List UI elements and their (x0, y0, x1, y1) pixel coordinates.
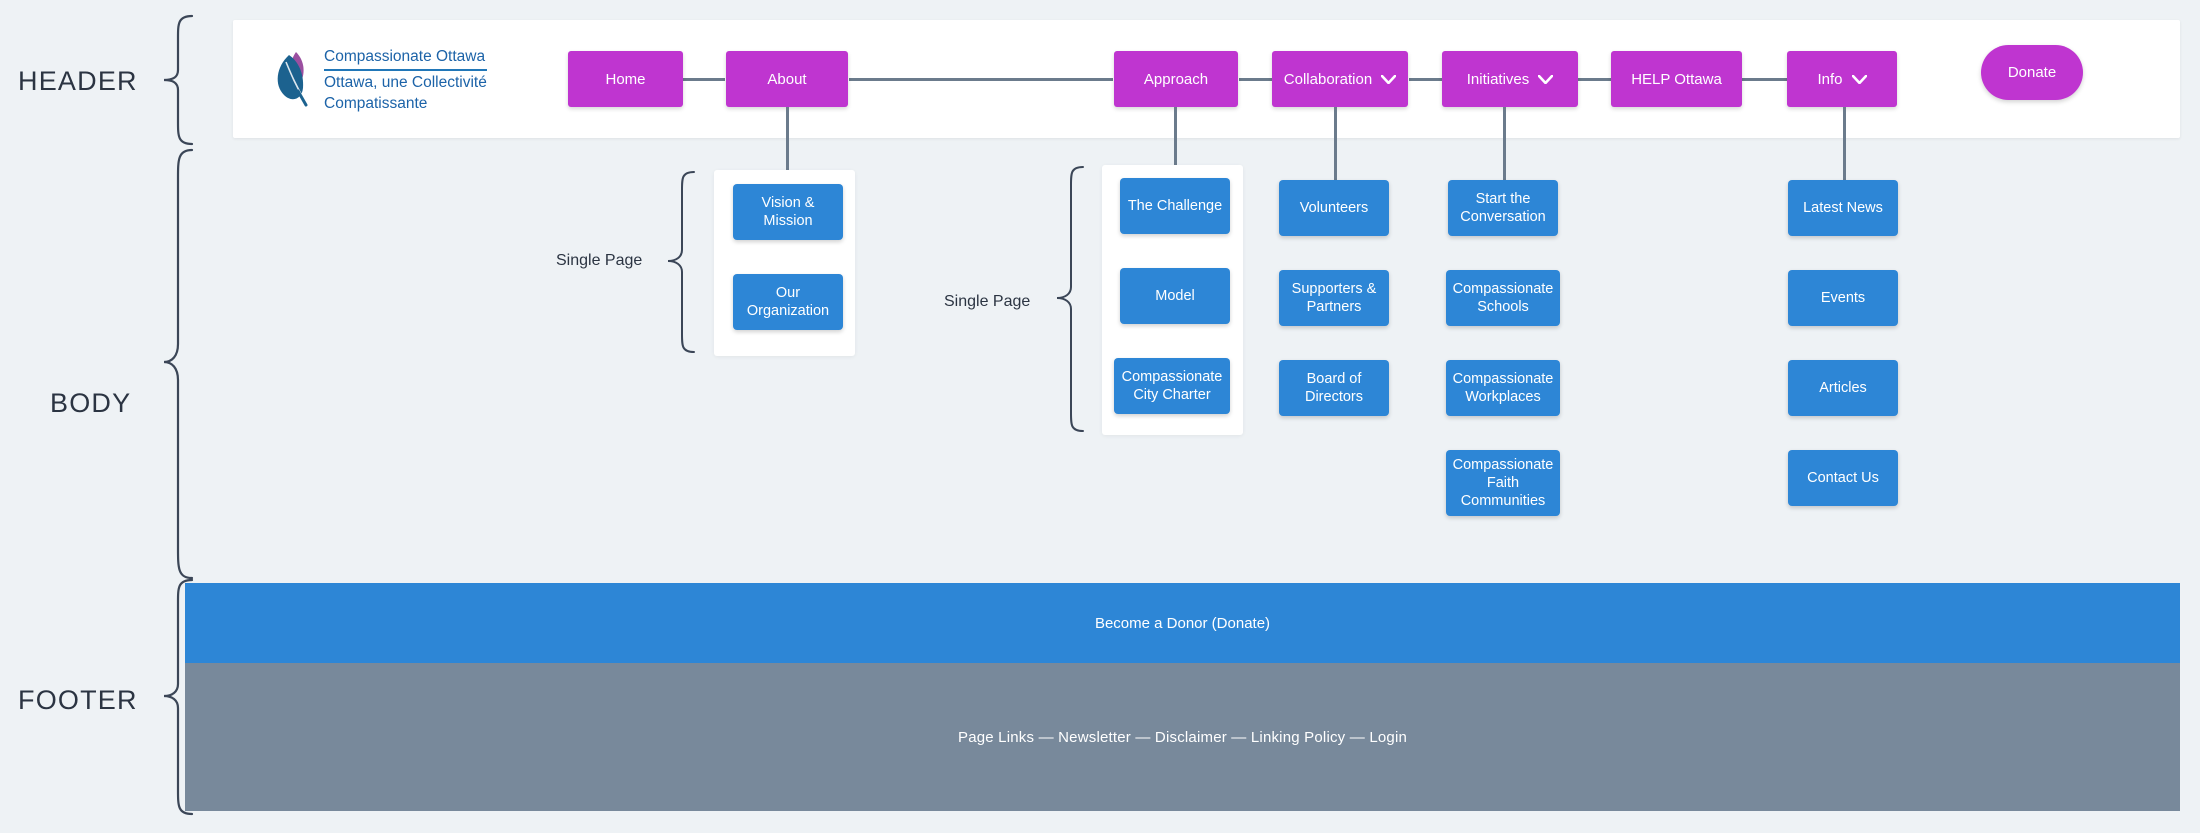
footer-become-a-donor-bar[interactable]: Become a Donor (Donate) (185, 583, 2180, 663)
nav-item-help-ottawa[interactable]: HELP Ottawa (1611, 51, 1742, 107)
page-box-supporters-partners[interactable]: Supporters & Partners (1279, 270, 1389, 326)
connector-help-info (1742, 78, 1787, 81)
drop-line-initiatives (1503, 107, 1506, 180)
drop-line-info (1843, 107, 1846, 180)
page-box-label: Model (1155, 287, 1195, 304)
chevron-down-icon[interactable] (1538, 74, 1554, 84)
page-box-model[interactable]: Model (1120, 268, 1230, 324)
page-box-events[interactable]: Events (1788, 270, 1898, 326)
donate-button-label: Donate (2007, 64, 2057, 81)
footer-become-a-donor-label: Become a Donor (Donate) (1094, 614, 1271, 632)
nav-item-approach-label: Approach (1143, 70, 1209, 88)
nav-item-initiatives[interactable]: Initiatives (1442, 51, 1578, 107)
page-box-our-organization[interactable]: Our Organization (733, 274, 843, 330)
single-page-label-about: Single Page (556, 252, 643, 269)
brace-header (163, 14, 194, 146)
nav-item-collaboration[interactable]: Collaboration (1272, 51, 1408, 107)
nav-item-about[interactable]: About (726, 51, 848, 107)
page-box-label: Compassionate Workplaces (1452, 370, 1554, 405)
chevron-down-icon[interactable] (1381, 74, 1397, 84)
page-box-volunteers[interactable]: Volunteers (1279, 180, 1389, 236)
nav-item-home-label: Home (605, 70, 646, 88)
page-box-compassionate-schools[interactable]: Compassionate Schools (1446, 270, 1560, 326)
connector-home-about (683, 78, 725, 81)
page-box-board-of-directors[interactable]: Board of Directors (1279, 360, 1389, 416)
nav-item-home[interactable]: Home (568, 51, 683, 107)
connector-collab-initiatives (1409, 78, 1442, 81)
nav-item-info[interactable]: Info (1787, 51, 1897, 107)
page-box-label: Compassionate Faith Communities (1452, 456, 1554, 510)
drop-line-collaboration (1334, 107, 1337, 180)
page-box-articles[interactable]: Articles (1788, 360, 1898, 416)
page-box-label: The Challenge (1127, 197, 1223, 214)
section-label-footer: FOOTER (18, 685, 138, 715)
footer-links-bar: Page Links — Newsletter — Disclaimer — L… (185, 663, 2180, 811)
page-box-start-the-conversation[interactable]: Start the Conversation (1448, 180, 1558, 236)
connector-about-approach (849, 78, 1113, 81)
page-box-vision-mission[interactable]: Vision & Mission (733, 184, 843, 240)
page-box-compassionate-city-charter[interactable]: Compassionate City Charter (1114, 358, 1230, 414)
nav-item-approach[interactable]: Approach (1114, 51, 1238, 107)
page-box-label: Latest News (1803, 199, 1883, 216)
brace-single-page-about (667, 171, 695, 353)
page-box-compassionate-workplaces[interactable]: Compassionate Workplaces (1446, 360, 1560, 416)
page-box-label: Compassionate City Charter (1121, 368, 1223, 403)
logo-line-1: Compassionate Ottawa (324, 48, 487, 71)
connector-initiatives-help (1578, 78, 1611, 81)
page-box-label: Contact Us (1807, 469, 1879, 486)
nav-item-help-ottawa-label: HELP Ottawa (1631, 70, 1722, 88)
page-box-latest-news[interactable]: Latest News (1788, 180, 1898, 236)
page-box-the-challenge[interactable]: The Challenge (1120, 178, 1230, 234)
page-box-contact-us[interactable]: Contact Us (1788, 450, 1898, 506)
page-box-compassionate-faith-communities[interactable]: Compassionate Faith Communities (1446, 450, 1560, 516)
chevron-down-icon[interactable] (1851, 74, 1867, 84)
single-page-label-approach: Single Page (944, 293, 1031, 310)
leaf-logo-icon (277, 52, 308, 107)
page-box-label: Articles (1819, 379, 1867, 396)
page-box-label: Start the Conversation (1460, 190, 1546, 225)
page-box-label: Supporters & Partners (1291, 280, 1377, 315)
nav-item-initiatives-label: Initiatives (1466, 70, 1530, 88)
connector-approach-collab (1239, 78, 1272, 81)
logo-line-3: Compatissante (324, 94, 428, 112)
section-label-header: HEADER (18, 66, 138, 96)
page-box-label: Volunteers (1299, 199, 1369, 216)
logo[interactable]: Compassionate Ottawa Ottawa, une Collect… (272, 48, 487, 113)
brace-body (163, 148, 194, 580)
nav-item-info-label: Info (1817, 70, 1843, 88)
brace-single-page-approach (1056, 166, 1084, 432)
logo-line-2: Ottawa, une Collectivité (324, 74, 487, 91)
page-box-label: Compassionate Schools (1452, 280, 1554, 315)
page-box-label: Board of Directors (1304, 370, 1363, 405)
sitemap-diagram: HEADER BODY FOOTER Compassionate Ottawa … (0, 0, 2200, 833)
page-box-label: Our Organization (746, 284, 830, 319)
nav-item-about-label: About (767, 70, 807, 88)
nav-item-collaboration-label: Collaboration (1283, 70, 1373, 88)
page-box-label: Events (1820, 289, 1866, 306)
logo-text: Compassionate Ottawa Ottawa, une Collect… (324, 48, 487, 113)
page-box-label: Vision & Mission (761, 194, 815, 229)
section-label-body: BODY (50, 388, 132, 418)
donate-button[interactable]: Donate (1981, 45, 2083, 100)
footer-links-label[interactable]: Page Links — Newsletter — Disclaimer — L… (958, 729, 1407, 746)
